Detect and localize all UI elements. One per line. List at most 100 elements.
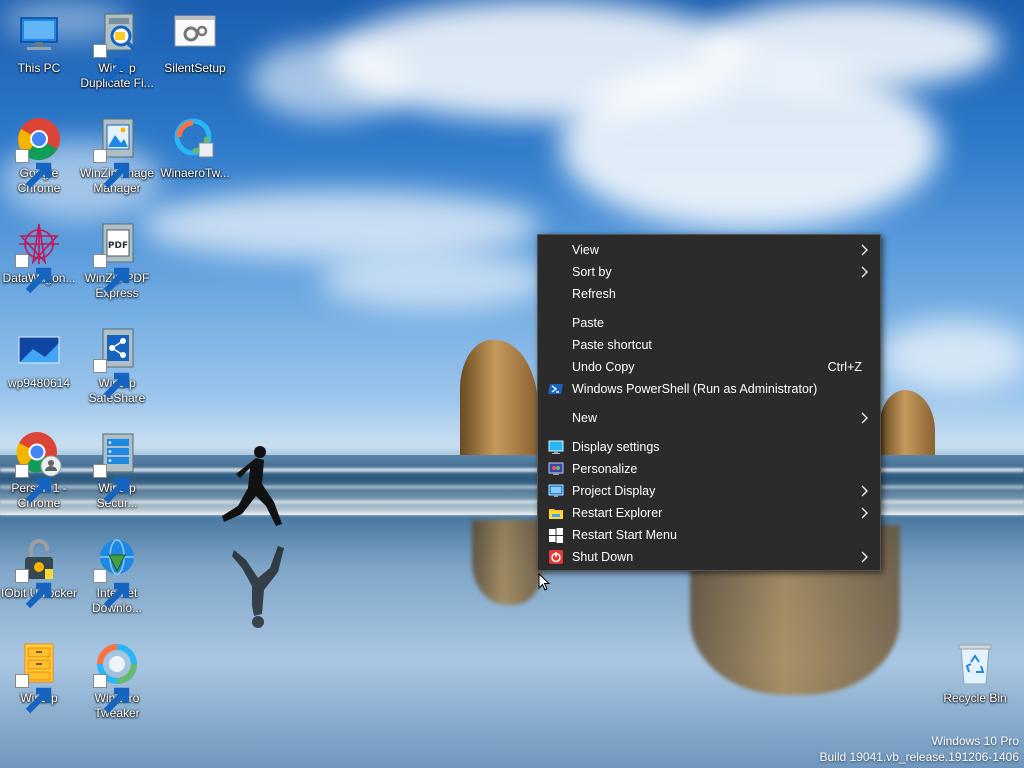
powershell-icon <box>548 381 564 397</box>
cloud <box>250 40 410 120</box>
monitor-icon <box>15 10 63 58</box>
menu-item-windows-powershell[interactable]: Windows PowerShell (Run as Administrator… <box>538 378 880 400</box>
menu-item-label: Paste shortcut <box>572 338 652 352</box>
cloud <box>700 0 1000 90</box>
chevron-right-icon <box>858 551 870 563</box>
menu-separator <box>538 429 880 436</box>
winzip-secure-icon[interactable]: WinZip Secur... <box>78 430 156 511</box>
menu-item-display-settings[interactable]: Display settings <box>538 436 880 458</box>
menu-item-label: Sort by <box>572 265 612 279</box>
menu-item-view[interactable]: View <box>538 239 880 261</box>
winzip-safeshare-icon[interactable]: WinZip SafeShare <box>78 325 156 406</box>
cloud <box>140 190 540 260</box>
shortcut-arrow-icon <box>93 44 130 84</box>
menu-item-label: Windows PowerShell (Run as Administrator… <box>572 382 818 396</box>
winzip-pdf-express-icon[interactable]: PDF WinZip PDF Express <box>78 220 156 301</box>
winaero-tweaker-icon[interactable]: Winaero Tweaker <box>78 640 156 721</box>
datawagon-icon[interactable]: DataWagon... <box>0 220 78 294</box>
menu-item-refresh[interactable]: Refresh <box>538 283 880 305</box>
chevron-right-icon <box>858 485 870 497</box>
menu-item-label: Refresh <box>572 287 616 301</box>
windows-build-text: Build 19041.vb_release.191206-1406 <box>819 750 1020 764</box>
menu-item-paste[interactable]: Paste <box>538 312 880 334</box>
personalize-icon <box>548 461 564 477</box>
this-pc-icon[interactable]: This PC <box>0 10 78 76</box>
menu-item-paste-shortcut[interactable]: Paste shortcut <box>538 334 880 356</box>
shortcut-arrow-icon <box>93 149 130 189</box>
menu-item-label: Paste <box>572 316 604 330</box>
winzip-share-icon <box>93 325 141 399</box>
gears-window-icon <box>171 10 219 58</box>
google-chrome-icon[interactable]: Google Chrome <box>0 115 78 196</box>
windows-build-watermark: Windows 10 Pro Build 19041.vb_release.19… <box>820 733 1020 765</box>
chevron-right-icon <box>858 244 870 256</box>
project-display-icon <box>548 483 564 499</box>
silentsetup-icon[interactable]: SilentSetup <box>156 10 234 76</box>
winzip-cabinet-icon <box>15 640 63 714</box>
winaero-logo-icon <box>171 115 219 163</box>
winzip-pdf-icon: PDF <box>93 220 141 294</box>
recycle-bin-icon[interactable]: Recycle Bin <box>936 640 1014 706</box>
chrome-logo-icon <box>15 115 63 189</box>
idm-globe-arrow-icon <box>93 535 141 609</box>
folder-icon <box>548 505 564 521</box>
menu-item-label: Restart Start Menu <box>572 528 677 542</box>
menu-item-shut-down[interactable]: Shut Down <box>538 546 880 568</box>
internet-download-manager-icon[interactable]: Internet Downlo... <box>78 535 156 616</box>
menu-separator <box>538 400 880 407</box>
winzip-image-manager-icon[interactable]: WinZip Image Manager <box>78 115 156 196</box>
menu-item-personalize[interactable]: Personalize <box>538 458 880 480</box>
menu-item-label: Restart Explorer <box>572 506 663 520</box>
wp-image-icon[interactable]: wp9480614 <box>0 325 78 391</box>
datawagon-star-icon <box>15 220 63 294</box>
unlocked-padlock-icon <box>15 535 63 609</box>
winaero-tw-icon[interactable]: WinaeroTw... <box>156 115 234 181</box>
desktop-context-menu: View Sort by Refresh Paste Paste shortcu… <box>537 234 881 571</box>
shortcut-arrow-icon <box>15 254 52 294</box>
runner-silhouette <box>222 446 282 526</box>
shortcut-arrow-icon <box>93 674 130 714</box>
menu-item-sort-by[interactable]: Sort by <box>538 261 880 283</box>
menu-item-restart-explorer[interactable]: Restart Explorer <box>538 502 880 524</box>
runner-reflection <box>232 546 284 628</box>
chevron-right-icon <box>858 412 870 424</box>
menu-item-shortcut: Ctrl+Z <box>827 360 862 374</box>
winzip-magnifier-icon <box>93 10 141 84</box>
menu-item-label: Project Display <box>572 484 656 498</box>
shortcut-arrow-icon <box>15 149 52 189</box>
rock-reflection <box>472 520 542 605</box>
windows-edition-text: Windows 10 Pro <box>931 734 1019 748</box>
power-icon <box>548 549 564 565</box>
menu-item-label: Undo Copy <box>572 360 635 374</box>
image-thumbnail-icon <box>15 325 63 373</box>
rock-formation <box>880 390 935 465</box>
menu-item-new[interactable]: New <box>538 407 880 429</box>
winzip-icon[interactable]: WinZip <box>0 640 78 714</box>
winzip-duplicate-icon[interactable]: WinZip Duplicate Fi... <box>78 10 156 91</box>
menu-item-project-display[interactable]: Project Display <box>538 480 880 502</box>
menu-separator <box>538 305 880 312</box>
menu-item-label: Display settings <box>572 440 660 454</box>
iobit-unlocker-icon[interactable]: IObit Unlocker <box>0 535 78 609</box>
menu-item-label: View <box>572 243 599 257</box>
shortcut-arrow-icon <box>15 569 52 609</box>
recycle-bin-glyph-icon <box>951 640 999 688</box>
shortcut-arrow-icon <box>15 674 52 714</box>
shortcut-arrow-icon <box>93 569 130 609</box>
shortcut-arrow-icon <box>15 464 52 504</box>
mouse-cursor-icon <box>538 573 550 591</box>
cloud <box>880 320 1024 390</box>
display-icon <box>548 439 564 455</box>
winzip-image-icon <box>93 115 141 189</box>
winzip-secure-server-icon <box>93 430 141 504</box>
chrome-profile-icon <box>15 430 63 504</box>
person1-chrome-icon[interactable]: Person 1 - Chrome <box>0 430 78 511</box>
windows-logo-icon <box>548 527 564 543</box>
rock-formation <box>460 340 538 462</box>
menu-item-restart-start-menu[interactable]: Restart Start Menu <box>538 524 880 546</box>
menu-item-label: New <box>572 411 598 425</box>
svg-text:PDF: PDF <box>108 241 128 251</box>
shortcut-arrow-icon <box>93 464 130 504</box>
menu-item-undo-copy[interactable]: Undo Copy Ctrl+Z <box>538 356 880 378</box>
shortcut-arrow-icon <box>93 359 130 399</box>
